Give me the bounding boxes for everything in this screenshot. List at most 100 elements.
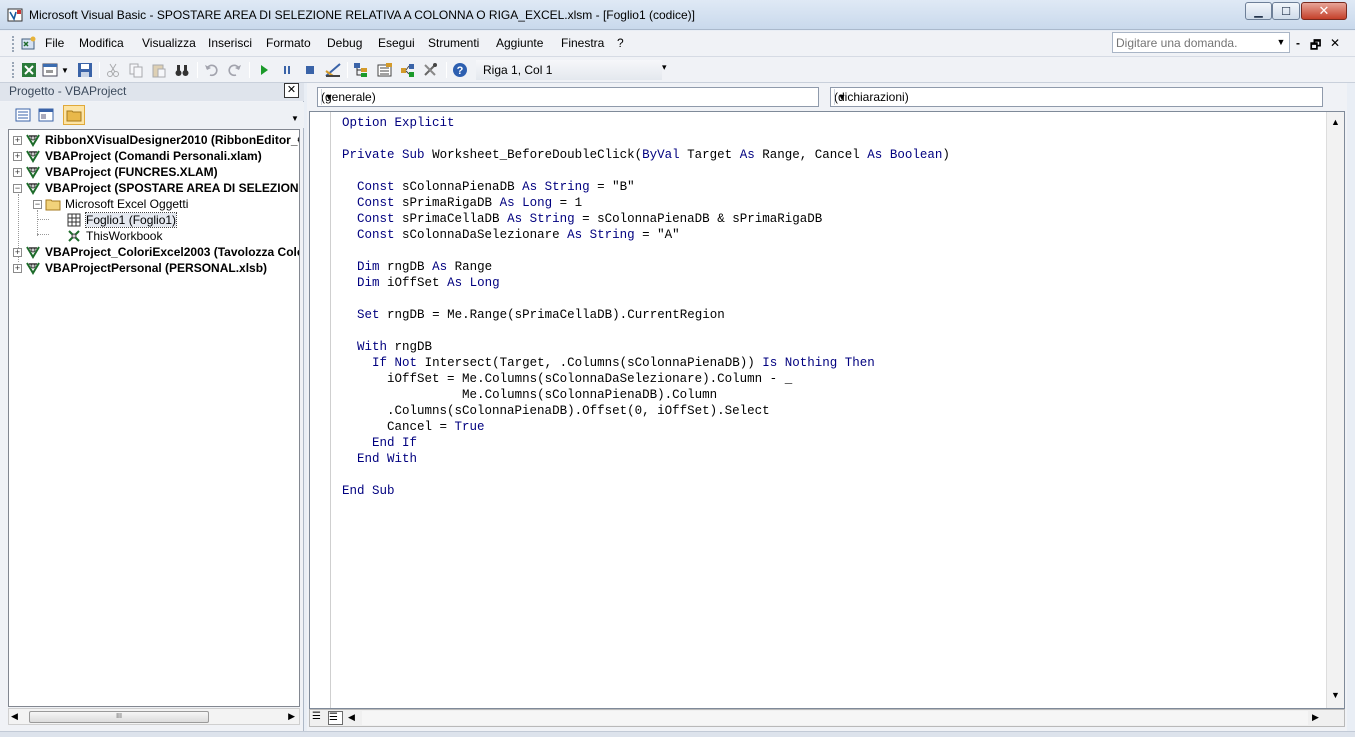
- full-module-view-icon[interactable]: ☰: [328, 711, 343, 725]
- tree-node[interactable]: ThisWorkbook: [66, 228, 162, 244]
- menu-inserisci[interactable]: Inserisci: [208, 36, 252, 50]
- copy-icon[interactable]: [127, 61, 145, 79]
- mdi-restore-button[interactable]: 🗗: [1310, 36, 1321, 57]
- procedure-view-icon[interactable]: ☰: [312, 711, 326, 725]
- code-line[interactable]: Const sColonnaPienaDB As String = "B": [342, 179, 950, 195]
- expand-icon[interactable]: +: [13, 167, 22, 177]
- chevron-down-icon[interactable]: ▼: [321, 89, 336, 105]
- scroll-left-icon[interactable]: ◀: [11, 711, 18, 722]
- pause-icon[interactable]: [278, 61, 296, 79]
- chevron-down-icon[interactable]: ▼: [291, 114, 299, 123]
- tree-node[interactable]: + RibbonXVisualDesigner2010 (RibbonEditor…: [13, 132, 299, 148]
- chevron-down-icon[interactable]: ▼: [834, 89, 849, 105]
- code-line[interactable]: Private Sub Worksheet_BeforeDoubleClick(…: [342, 147, 950, 163]
- mdi-minimize-button[interactable]: -: [1296, 36, 1300, 50]
- mdi-close-button[interactable]: ✕: [1330, 36, 1340, 50]
- chevron-down-icon[interactable]: ▼: [60, 61, 70, 79]
- collapse-icon[interactable]: −: [33, 199, 42, 209]
- tree-node[interactable]: + VBAProject (FUNCRES.XLAM): [13, 164, 218, 180]
- minimize-button[interactable]: ▁: [1245, 2, 1272, 20]
- help-icon[interactable]: ?: [451, 61, 469, 79]
- view-code-icon[interactable]: [12, 105, 34, 125]
- code-hscroll[interactable]: [362, 711, 1308, 725]
- menu-esegui[interactable]: Esegui: [378, 36, 415, 50]
- view-object-icon[interactable]: [35, 105, 57, 125]
- toolbar-grip[interactable]: [12, 36, 15, 52]
- code-line[interactable]: [342, 131, 950, 147]
- scroll-up-icon[interactable]: ▲: [1331, 117, 1340, 127]
- code-line[interactable]: iOffSet = Me.Columns(sColonnaDaSeleziona…: [342, 371, 950, 387]
- tree-node[interactable]: + VBAProjectPersonal (PERSONAL.xlsb): [13, 260, 267, 276]
- menu-finestra[interactable]: Finestra: [561, 36, 604, 50]
- collapse-icon[interactable]: −: [13, 183, 22, 193]
- code-line[interactable]: Dim iOffSet As Long: [342, 275, 950, 291]
- chevron-down-icon[interactable]: ▼: [1274, 34, 1288, 51]
- paste-icon[interactable]: [150, 61, 168, 79]
- code-line[interactable]: With rngDB: [342, 339, 950, 355]
- undo-icon[interactable]: [202, 61, 220, 79]
- code-line[interactable]: Const sPrimaRigaDB As Long = 1: [342, 195, 950, 211]
- toolbar-options-icon[interactable]: ▾: [662, 62, 667, 73]
- save-icon[interactable]: [76, 61, 94, 79]
- code-line[interactable]: [342, 467, 950, 483]
- tree-node[interactable]: + VBAProject (Comandi Personali.xlam): [13, 148, 262, 164]
- expand-icon[interactable]: +: [13, 263, 22, 273]
- excel-view-icon[interactable]: [20, 61, 38, 79]
- tree-node[interactable]: + VBAProject_ColoriExcel2003 (Tavolozza C…: [13, 244, 299, 260]
- code-line[interactable]: [342, 291, 950, 307]
- maximize-button[interactable]: ☐: [1272, 2, 1300, 20]
- code-editor[interactable]: Option Explicit Private Sub Worksheet_Be…: [309, 111, 1345, 709]
- stop-icon[interactable]: [301, 61, 319, 79]
- menu-debug[interactable]: Debug: [327, 36, 362, 50]
- binoculars-icon[interactable]: [173, 61, 191, 79]
- tree-node[interactable]: Foglio1 (Foglio1): [66, 212, 178, 228]
- code-line[interactable]: If Not Intersect(Target, .Columns(sColon…: [342, 355, 950, 371]
- help-search-input[interactable]: [1113, 33, 1273, 52]
- menu-aggiunte[interactable]: Aggiunte: [496, 36, 543, 50]
- toggle-folders-icon[interactable]: [63, 105, 85, 125]
- code-line[interactable]: Const sColonnaDaSelezionare As String = …: [342, 227, 950, 243]
- code-line[interactable]: End If: [342, 435, 950, 451]
- code-line[interactable]: Cancel = True: [342, 419, 950, 435]
- help-search[interactable]: ▼: [1112, 32, 1290, 53]
- design-mode-icon[interactable]: [324, 61, 342, 79]
- code-line[interactable]: Dim rngDB As Range: [342, 259, 950, 275]
- toolbar-grip[interactable]: [12, 62, 15, 78]
- procedure-combo[interactable]: (dichiarazioni) ▼: [830, 87, 1323, 107]
- expand-icon[interactable]: +: [13, 247, 22, 257]
- code-vscroll[interactable]: ▲ ▼: [1326, 112, 1344, 708]
- properties-window-icon[interactable]: [376, 61, 394, 79]
- object-combo[interactable]: (generale) ▼: [317, 87, 819, 107]
- insert-userform-icon[interactable]: [42, 61, 60, 79]
- code-line[interactable]: Option Explicit: [342, 115, 950, 131]
- code-line[interactable]: End With: [342, 451, 950, 467]
- project-explorer-icon[interactable]: [353, 61, 371, 79]
- code-line[interactable]: .Columns(sColonnaPienaDB).Offset(0, iOff…: [342, 403, 950, 419]
- code-text[interactable]: Option Explicit Private Sub Worksheet_Be…: [342, 115, 950, 499]
- code-line[interactable]: [342, 323, 950, 339]
- menu-visualizza[interactable]: Visualizza: [142, 36, 196, 50]
- scroll-right-icon[interactable]: ▶: [1312, 712, 1319, 723]
- menu-modifica[interactable]: Modifica: [79, 36, 124, 50]
- redo-icon[interactable]: [226, 61, 244, 79]
- object-browser-icon[interactable]: [399, 61, 417, 79]
- expand-icon[interactable]: +: [13, 151, 22, 161]
- run-icon[interactable]: [255, 61, 273, 79]
- menu-file[interactable]: File: [45, 36, 64, 50]
- code-line[interactable]: End Sub: [342, 483, 950, 499]
- code-line[interactable]: [342, 163, 950, 179]
- menu-help[interactable]: ?: [617, 36, 624, 50]
- cut-icon[interactable]: [104, 61, 122, 79]
- scroll-left-icon[interactable]: ◀: [348, 712, 355, 723]
- project-explorer-close-button[interactable]: ✕: [284, 83, 299, 98]
- code-line[interactable]: Const sPrimaCellaDB As String = sColonna…: [342, 211, 950, 227]
- tree-node[interactable]: − Microsoft Excel Oggetti: [33, 196, 188, 212]
- scroll-down-icon[interactable]: ▼: [1331, 690, 1340, 700]
- scroll-right-icon[interactable]: ▶: [288, 711, 295, 722]
- project-tree-hscroll[interactable]: ◀ III ▶: [8, 708, 300, 725]
- toolbox-icon[interactable]: [422, 61, 440, 79]
- tree-node[interactable]: − VBAProject (SPOSTARE AREA DI SELEZIONE …: [13, 180, 299, 196]
- menu-formato[interactable]: Formato: [266, 36, 311, 50]
- scroll-thumb[interactable]: III: [29, 711, 209, 723]
- code-line[interactable]: [342, 243, 950, 259]
